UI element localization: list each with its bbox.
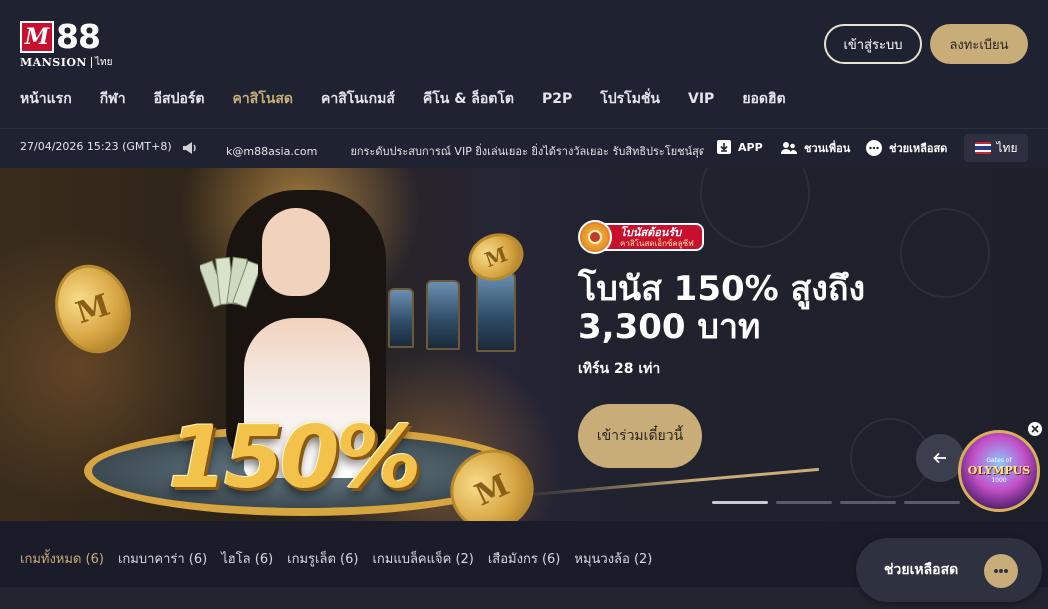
megaphone-icon bbox=[183, 142, 196, 154]
tabs-list: เกมทั้งหมด (6) เกมบาคาร่า (6) ไฮโล (6) เกมร… bbox=[20, 548, 666, 569]
chat-bubble-icon bbox=[984, 554, 1018, 588]
big-150-percent-text: 150% bbox=[168, 408, 422, 508]
scroll-left-button[interactable] bbox=[916, 434, 964, 482]
live-help-link[interactable]: ช่วยเหลือสด bbox=[865, 139, 947, 157]
carousel-dot[interactable] bbox=[712, 501, 768, 504]
announcement-marquee[interactable]: k@m88asia.com ยกระดับประสบการณ์ VIP ยิ่ง… bbox=[226, 140, 704, 158]
logo-region-text: ไทย bbox=[91, 57, 112, 68]
model-face bbox=[262, 208, 330, 296]
language-selector[interactable]: ไทย bbox=[964, 134, 1028, 162]
carousel-dot[interactable] bbox=[904, 501, 960, 504]
carousel-dot[interactable] bbox=[776, 501, 832, 504]
logo-caption: MANSION ไทย bbox=[20, 56, 112, 69]
carousel-dot[interactable] bbox=[840, 501, 896, 504]
cash-fan-icon bbox=[200, 256, 258, 308]
gates-of-olympus-game-popup[interactable]: Gates of OLYMPUS 1000 bbox=[958, 430, 1040, 512]
help-label: ช่วยเหลือสด bbox=[889, 142, 948, 155]
login-button[interactable]: เข้าสู่ระบบ bbox=[824, 24, 922, 64]
category-tab[interactable]: เกมแบล็คแจ็ค (2) bbox=[372, 548, 473, 569]
badge-label: โบนัสต้อนรับ คาสิโนสดเอ็กซ์คลูซีฟ bbox=[604, 223, 704, 251]
nav-item[interactable]: VIP bbox=[688, 88, 714, 110]
banner-divider-line bbox=[519, 467, 819, 497]
info-bar: 27/04/2026 15:23 (GMT+8) k@m88asia.com ย… bbox=[0, 128, 1048, 168]
close-popup-button[interactable] bbox=[1028, 422, 1042, 436]
promo-subtitle: เทิร์น 28 เท่า bbox=[578, 361, 661, 377]
app-download-link[interactable]: APP bbox=[716, 139, 763, 155]
welcome-badge-icon bbox=[578, 220, 612, 254]
logo-mansion-text: MANSION bbox=[20, 56, 87, 69]
arrow-left-icon bbox=[933, 452, 946, 464]
logo-m-letter: M bbox=[20, 21, 54, 53]
nav-item[interactable]: กีฬา bbox=[100, 88, 126, 110]
app-label: APP bbox=[738, 140, 763, 154]
datetime-display: 27/04/2026 15:23 (GMT+8) bbox=[20, 140, 172, 153]
category-tab[interactable]: หมุนวงล้อ (2) bbox=[574, 548, 652, 569]
bg-chip-decoration bbox=[700, 168, 810, 248]
category-tab[interactable]: เสือมังกร (6) bbox=[488, 548, 561, 569]
olympus-sub-text: 1000 bbox=[991, 477, 1007, 484]
logo-mark: M 88 bbox=[20, 20, 112, 54]
close-icon bbox=[1031, 425, 1039, 433]
m88-logo[interactable]: M 88 MANSION ไทย bbox=[20, 20, 112, 70]
main-nav: หน้าแรก กีฬา อีสปอร์ต คาสิโนสด คาสิโนเกมส์ คี… bbox=[20, 88, 814, 110]
thai-flag-icon bbox=[974, 142, 991, 154]
language-label: ไทย bbox=[996, 140, 1018, 155]
users-icon bbox=[781, 142, 797, 154]
nav-item[interactable]: อีสปอร์ต bbox=[154, 88, 205, 110]
download-icon bbox=[717, 140, 731, 154]
join-now-button[interactable]: เข้าร่วมเดี๋ยวนี้ bbox=[578, 404, 702, 468]
marquee-email: k@m88asia.com bbox=[226, 145, 318, 158]
category-tab[interactable]: เกมทั้งหมด (6) bbox=[20, 548, 104, 569]
category-tab[interactable]: เกมรูเล็ต (6) bbox=[287, 548, 358, 569]
logo-88-text: 88 bbox=[56, 17, 101, 56]
site-header: M 88 MANSION ไทย เข้าสู่ระบบ ลงทะเบียน ห… bbox=[0, 0, 1048, 128]
category-tab[interactable]: ไฮโล (6) bbox=[221, 548, 273, 569]
nav-item[interactable]: หน้าแรก bbox=[20, 88, 72, 110]
welcome-bonus-badge: โบนัสต้อนรับ คาสิโนสดเอ็กซ์คลูซีฟ bbox=[578, 220, 704, 254]
nav-item[interactable]: คาสิโนสด bbox=[232, 88, 293, 110]
promo-banner[interactable]: M M M 150% โบนัสต้อนรับ คาสิโนสดเอ็กซ์คล… bbox=[0, 168, 1048, 521]
carousel-indicators bbox=[712, 501, 968, 504]
nav-item[interactable]: คีโน & ล็อตโต bbox=[423, 88, 514, 110]
marquee-text: ยกระดับประสบการณ์ VIP ยิ่งเล่นเยอะ ยิ่งไ… bbox=[350, 145, 704, 158]
slot-machine-image bbox=[426, 280, 460, 350]
badge-subtitle: คาสิโนสดเอ็กซ์คลูซีฟ bbox=[620, 238, 694, 248]
badge-title: โบนัสต้อนรับ bbox=[620, 225, 682, 239]
chat-icon bbox=[866, 140, 882, 156]
slot-machine-image bbox=[476, 272, 516, 352]
help-float-label: ช่วยเหลือสด bbox=[884, 562, 959, 578]
nav-item[interactable]: P2P bbox=[542, 88, 572, 110]
slot-machine-image bbox=[388, 288, 414, 348]
promo-title: โบนัส 150% สูงถึง 3,300 บาท bbox=[578, 269, 866, 347]
invite-friends-link[interactable]: ชวนเพื่อน bbox=[780, 139, 850, 157]
olympus-title: OLYMPUS bbox=[967, 464, 1031, 477]
register-button[interactable]: ลงทะเบียน bbox=[930, 24, 1028, 64]
live-help-floating-button[interactable]: ช่วยเหลือสด bbox=[856, 538, 1042, 602]
nav-item[interactable]: คาสิโนเกมส์ bbox=[321, 88, 395, 110]
category-tab[interactable]: เกมบาคาร่า (6) bbox=[118, 548, 207, 569]
nav-item[interactable]: โปรโมชั่น bbox=[600, 88, 660, 110]
nav-item[interactable]: ยอดฮิต bbox=[742, 88, 785, 110]
invite-label: ชวนเพื่อน bbox=[804, 142, 851, 155]
